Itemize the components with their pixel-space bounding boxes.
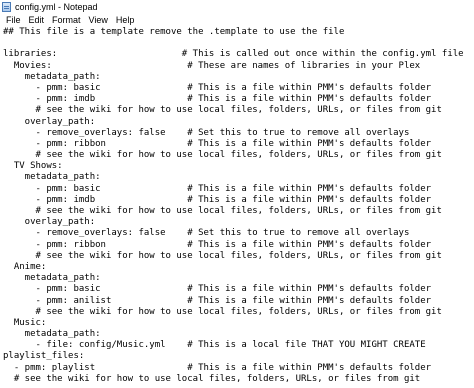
text-line: libraries: # This is called out once wit…	[3, 49, 464, 60]
text-line: playlist_files:	[3, 351, 85, 362]
text-line: - pmm: basic # This is a file within PMM…	[3, 284, 432, 295]
text-line: # see the wiki for how to use local file…	[3, 373, 421, 384]
title-bar[interactable]: config.yml - Notepad	[0, 0, 474, 14]
text-line: # see the wiki for how to use local file…	[3, 105, 442, 116]
text-line: # see the wiki for how to use local file…	[3, 206, 442, 216]
menu-edit[interactable]: Edit	[25, 14, 49, 27]
text-line: # see the wiki for how to use local file…	[3, 250, 442, 261]
text-line: metadata_path:	[3, 329, 101, 340]
text-line: - pmm: basic # This is a file within PMM…	[3, 183, 432, 194]
text-line: - file: config/Music.yml # This is a loc…	[3, 340, 426, 351]
notepad-icon	[2, 2, 11, 12]
text-line: - pmm: ribbon # This is a file within PM…	[3, 138, 432, 149]
menu-bar: File Edit Format View Help	[0, 14, 474, 27]
text-line: # see the wiki for how to use local file…	[3, 150, 442, 161]
text-line: - pmm: imdb # This is a file within PMM'…	[3, 94, 432, 105]
text-line: overlay_path:	[3, 116, 96, 127]
text-line: Music:	[3, 317, 47, 328]
text-line: TV Shows:	[3, 161, 63, 172]
text-line: - pmm: ribbon # This is a file within PM…	[3, 239, 432, 250]
text-line: metadata_path:	[3, 172, 101, 183]
text-line: Movies: # These are names of libraries i…	[3, 60, 421, 71]
text-line: - remove_overlays: false # Set this to t…	[3, 127, 410, 138]
text-line	[3, 38, 474, 49]
window-title: config.yml - Notepad	[15, 2, 98, 12]
menu-help[interactable]: Help	[112, 14, 139, 27]
text-line: metadata_path:	[3, 71, 101, 82]
text-line: - pmm: anilist # This is a file within P…	[3, 295, 432, 306]
text-line: metadata_path:	[3, 273, 101, 284]
text-line: - remove_overlays: false # Set this to t…	[3, 228, 410, 239]
text-line: - pmm: imdb # This is a file within PMM'…	[3, 194, 432, 205]
menu-view[interactable]: View	[85, 14, 112, 27]
text-line: overlay_path:	[3, 217, 96, 228]
text-line: ## This file is a template remove the .t…	[3, 27, 345, 37]
text-line: # see the wiki for how to use local file…	[3, 306, 442, 317]
menu-file[interactable]: File	[2, 14, 25, 27]
text-line: - pmm: playlist # This is a file within …	[3, 362, 432, 373]
text-line: - pmm: basic # This is a file within PMM…	[3, 82, 432, 93]
menu-format[interactable]: Format	[48, 14, 85, 27]
text-line: Anime:	[3, 261, 47, 272]
notepad-window: config.yml - Notepad File Edit Format Vi…	[0, 0, 474, 388]
text-editor-area[interactable]: ## This file is a template remove the .t…	[3, 27, 474, 388]
